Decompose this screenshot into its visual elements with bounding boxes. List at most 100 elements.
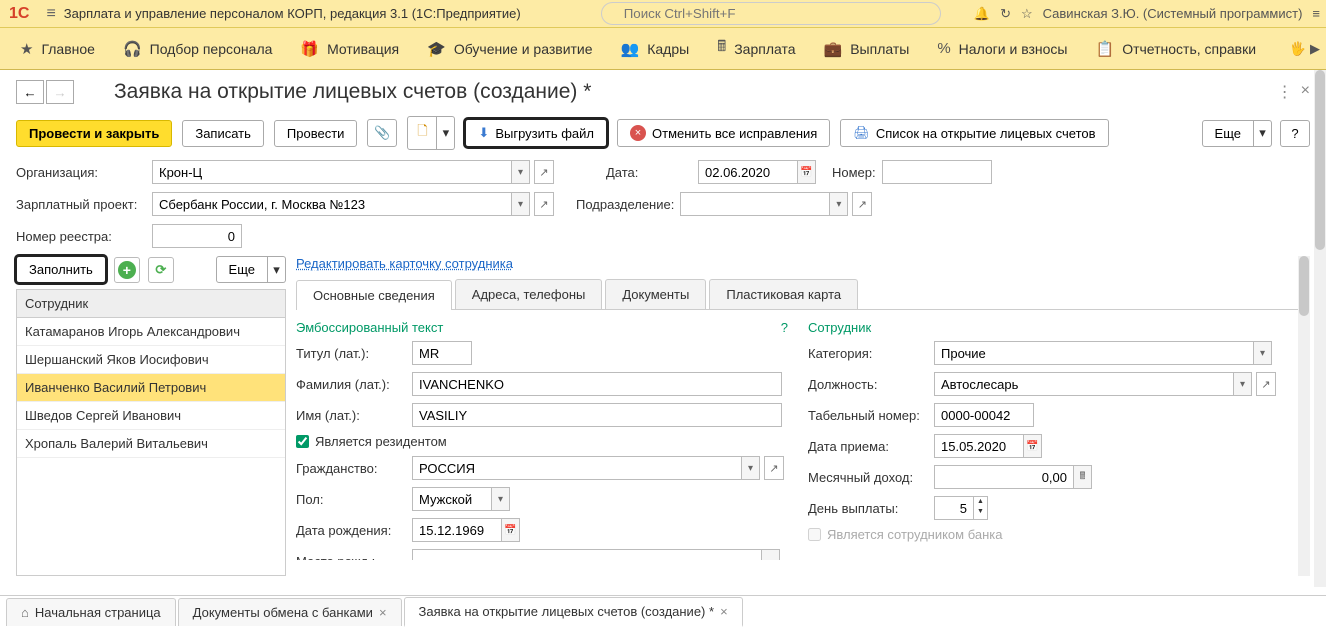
write-button[interactable]: Записать xyxy=(182,120,264,147)
tabnum-input[interactable] xyxy=(934,403,1034,427)
detail-tab[interactable]: Адреса, телефоны xyxy=(455,279,603,309)
edit-card-link[interactable]: Редактировать карточку сотрудника xyxy=(296,256,513,271)
payday-input[interactable] xyxy=(934,496,974,520)
position-open[interactable]: ↗ xyxy=(1256,372,1276,396)
category-dropdown[interactable]: ▾ xyxy=(1254,341,1272,365)
category-input[interactable] xyxy=(934,341,1254,365)
create-based-dropdown[interactable]: ▾ xyxy=(437,116,455,150)
number-input[interactable] xyxy=(882,160,992,184)
more-dropdown[interactable]: ▾ xyxy=(1254,120,1272,147)
income-input[interactable] xyxy=(934,465,1074,489)
employee-list[interactable]: Сотрудник Катамаранов Игорь Александрови… xyxy=(16,289,286,576)
citizen-open[interactable]: ↗ xyxy=(764,456,784,480)
gender-dropdown[interactable]: ▾ xyxy=(492,487,510,511)
number-label: Номер: xyxy=(832,165,876,180)
nav-reports[interactable]: 📋Отчетность, справки xyxy=(1082,28,1271,69)
window-tab[interactable]: Документы обмена с банками× xyxy=(178,598,402,626)
employee-row[interactable]: Хропаль Валерий Витальевич xyxy=(17,430,285,458)
org-input[interactable] xyxy=(152,160,512,184)
zp-input[interactable] xyxy=(152,192,512,216)
employee-row[interactable]: Иванченко Василий Петрович xyxy=(17,374,285,402)
history-icon[interactable]: ↻ xyxy=(1000,6,1011,22)
attach-button[interactable]: 📎 xyxy=(367,119,397,147)
titul-input[interactable] xyxy=(412,341,472,365)
window-tab[interactable]: Заявка на открытие лицевых счетов (созда… xyxy=(404,597,743,627)
hire-input[interactable] xyxy=(934,434,1024,458)
settings-icon[interactable]: ≡ xyxy=(1312,6,1320,21)
payday-down[interactable]: ▼ xyxy=(974,507,987,517)
registry-input[interactable] xyxy=(152,224,242,248)
titul-label: Титул (лат.): xyxy=(296,346,406,361)
nav-payments[interactable]: 💼Выплаты xyxy=(810,28,924,69)
resident-checkbox[interactable] xyxy=(296,435,309,448)
post-button[interactable]: Провести xyxy=(274,120,358,147)
income-calc[interactable]: 🖩 xyxy=(1074,465,1092,489)
org-dropdown[interactable]: ▾ xyxy=(512,160,530,184)
detail-tab[interactable]: Пластиковая карта xyxy=(709,279,858,309)
bank-employee-label: Является сотрудником банка xyxy=(827,527,1002,542)
bell-icon[interactable]: 🔔 xyxy=(974,6,990,22)
help-icon[interactable]: ? xyxy=(781,320,788,341)
fam-input[interactable] xyxy=(412,372,782,396)
cancel-fixes-button[interactable]: ×Отменить все исправления xyxy=(617,119,830,147)
nav-hr[interactable]: 👥Кадры xyxy=(607,28,704,69)
position-dropdown[interactable]: ▾ xyxy=(1234,372,1252,396)
tab-close-icon[interactable]: × xyxy=(379,605,387,620)
citizen-input[interactable] xyxy=(412,456,742,480)
menu-icon[interactable]: ≡ xyxy=(46,5,55,23)
back-button[interactable]: ← xyxy=(16,80,44,104)
payday-up[interactable]: ▲ xyxy=(974,497,987,507)
nav-scroll-right[interactable]: ▶ xyxy=(1310,41,1320,57)
window-tab[interactable]: ⌂Начальная страница xyxy=(6,598,176,626)
zp-dropdown[interactable]: ▾ xyxy=(512,192,530,216)
left-more-dropdown[interactable]: ▾ xyxy=(268,256,286,283)
nav-main[interactable]: ★Главное xyxy=(6,28,109,69)
birthplace-more[interactable]: … xyxy=(762,549,780,560)
fill-button[interactable]: Заполнить xyxy=(16,256,106,283)
tab-close-icon[interactable]: × xyxy=(720,604,728,619)
dept-input[interactable] xyxy=(680,192,830,216)
dept-open[interactable]: ↗ xyxy=(852,192,872,216)
create-based-button[interactable]: 🗋 xyxy=(407,116,437,150)
nav-learning[interactable]: 🎓Обучение и развитие xyxy=(413,28,606,69)
detail-scrollbar[interactable] xyxy=(1298,256,1310,576)
gender-input[interactable] xyxy=(412,487,492,511)
add-button[interactable]: + xyxy=(114,257,140,283)
star-icon[interactable]: ☆ xyxy=(1021,6,1033,22)
birth-picker[interactable]: 📅 xyxy=(502,518,520,542)
more-button[interactable]: Еще xyxy=(1202,120,1254,147)
nav-recruit[interactable]: 🎧Подбор персонала xyxy=(109,28,286,69)
org-open[interactable]: ↗ xyxy=(534,160,554,184)
dept-dropdown[interactable]: ▾ xyxy=(830,192,848,216)
forward-button[interactable]: → xyxy=(46,80,74,104)
help-button[interactable]: ? xyxy=(1280,120,1310,147)
citizen-dropdown[interactable]: ▾ xyxy=(742,456,760,480)
nav-motivation[interactable]: 🎁Мотивация xyxy=(286,28,413,69)
employee-row[interactable]: Шершанский Яков Иосифович xyxy=(17,346,285,374)
kebab-icon[interactable]: ⋮ xyxy=(1277,82,1293,102)
employee-row[interactable]: Шведов Сергей Иванович xyxy=(17,402,285,430)
name-input[interactable] xyxy=(412,403,782,427)
refresh-button[interactable]: ⟳ xyxy=(148,257,174,283)
employee-row[interactable]: Катамаранов Игорь Александрович xyxy=(17,318,285,346)
position-input[interactable] xyxy=(934,372,1234,396)
hire-picker[interactable]: 📅 xyxy=(1024,434,1042,458)
export-file-button[interactable]: ⬇Выгрузить файл xyxy=(465,119,607,147)
page-scrollbar[interactable] xyxy=(1314,70,1326,587)
search-input[interactable] xyxy=(601,2,941,25)
accounts-list-button[interactable]: 🖨Список на открытие лицевых счетов xyxy=(840,119,1108,147)
zp-open[interactable]: ↗ xyxy=(534,192,554,216)
detail-tab[interactable]: Документы xyxy=(605,279,706,309)
date-picker[interactable]: 📅 xyxy=(798,160,816,184)
close-icon[interactable]: × xyxy=(1301,82,1310,102)
detail-tab[interactable]: Основные сведения xyxy=(296,280,452,310)
nav-salary[interactable]: 🖩Зарплата xyxy=(703,28,809,69)
birth-input[interactable] xyxy=(412,518,502,542)
birthplace-input[interactable] xyxy=(412,549,762,560)
nav-taxes[interactable]: %Налоги и взносы xyxy=(923,28,1081,69)
post-and-close-button[interactable]: Провести и закрыть xyxy=(16,120,172,147)
user-label[interactable]: Савинская З.Ю. (Системный программист) xyxy=(1043,6,1303,21)
date-input[interactable] xyxy=(698,160,798,184)
left-more-button[interactable]: Еще xyxy=(216,256,268,283)
nav-more-icon[interactable]: 🖐 xyxy=(1290,41,1306,57)
